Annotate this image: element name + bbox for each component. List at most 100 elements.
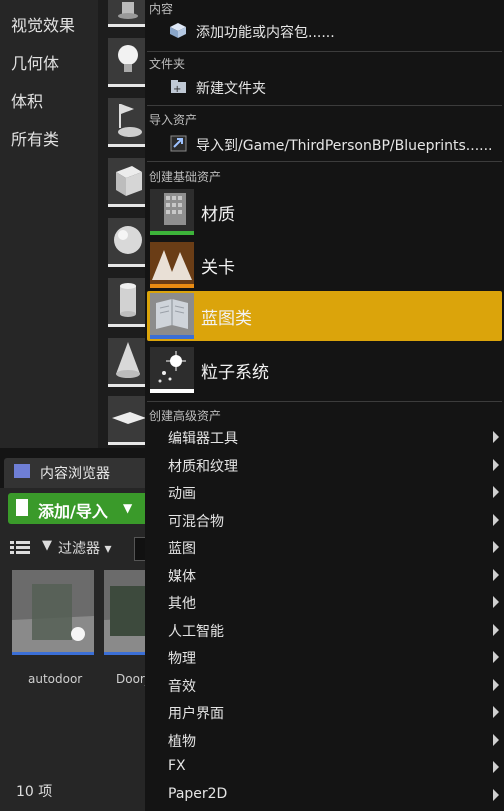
category-visual-effects[interactable]: 视觉效果 xyxy=(11,12,75,36)
add-import-button[interactable]: 添加/导入 ▼ xyxy=(8,493,145,524)
adv-item-label: 可混合物 xyxy=(168,514,224,530)
adv-item-paper2d[interactable]: Paper2D xyxy=(145,782,504,809)
actor-thumb-cube[interactable] xyxy=(108,158,148,207)
submenu-arrow-icon xyxy=(493,734,499,746)
blueprint-type-bar xyxy=(150,335,194,339)
adv-item-label: 人工智能 xyxy=(168,624,224,640)
new-file-icon xyxy=(16,499,28,516)
adv-item-physics[interactable]: 物理 xyxy=(145,644,504,671)
section-folder: 文件夹 xyxy=(149,57,186,71)
adv-item-editor-utilities[interactable]: 编辑器工具 xyxy=(145,424,504,451)
level-type-bar xyxy=(150,284,194,288)
adv-item-label: 用户界面 xyxy=(168,706,224,722)
tab-content-browser[interactable]: 内容浏览器 xyxy=(4,458,145,488)
menu-item-new-folder-label: 新建文件夹 xyxy=(196,81,266,97)
actor-thumbnail-column xyxy=(98,0,148,448)
actor-thumb-player-start[interactable] xyxy=(108,98,148,147)
material-type-bar xyxy=(150,231,194,235)
category-all-classes[interactable]: 所有类 xyxy=(11,126,59,150)
adv-item-foliage[interactable]: 植物 xyxy=(145,727,504,754)
adv-item-label: 动画 xyxy=(168,486,196,502)
basic-item-blueprint-class[interactable]: 蓝图类 xyxy=(147,291,502,341)
adv-item-miscellaneous[interactable]: 其他 xyxy=(145,589,504,616)
section-import: 导入资产 xyxy=(149,113,198,127)
adv-item-blendables[interactable]: 可混合物 xyxy=(145,507,504,534)
actor-thumb-light[interactable] xyxy=(108,38,148,87)
submenu-arrow-icon xyxy=(493,514,499,526)
submenu-arrow-icon xyxy=(493,624,499,636)
new-folder-icon: + xyxy=(171,80,186,95)
adv-item-fx[interactable]: FX xyxy=(145,754,504,781)
asset-thumbnail xyxy=(104,570,145,652)
menu-separator xyxy=(147,105,502,106)
menu-item-import-label: 导入到/Game/ThirdPersonBP/Blueprints...... xyxy=(196,138,493,154)
submenu-arrow-icon xyxy=(493,431,499,443)
basic-item-material[interactable]: 材质 xyxy=(147,187,502,237)
content-pack-icon xyxy=(170,23,186,38)
tab-content-browser-label: 内容浏览器 xyxy=(40,466,110,482)
asset-tile-door[interactable] xyxy=(104,570,145,655)
basic-item-particle-system[interactable]: 粒子系统 xyxy=(147,345,502,395)
basic-item-blueprint-class-label: 蓝图类 xyxy=(201,309,252,329)
basic-item-particle-system-label: 粒子系统 xyxy=(201,363,269,383)
submenu-arrow-icon xyxy=(493,706,499,718)
adv-item-user-interface[interactable]: 用户界面 xyxy=(145,699,504,726)
actor-thumb-cone[interactable] xyxy=(108,338,148,387)
menu-separator xyxy=(147,51,502,52)
adv-item-label: Paper2D xyxy=(168,786,228,802)
submenu-arrow-icon xyxy=(493,459,499,471)
adv-item-blueprints[interactable]: 蓝图 xyxy=(145,534,504,561)
menu-separator xyxy=(147,401,502,402)
basic-item-material-label: 材质 xyxy=(201,205,235,225)
place-actors-panel: 视觉效果 几何体 体积 所有类 xyxy=(0,0,148,448)
content-browser-icon xyxy=(14,464,30,478)
filter-button[interactable]: 过滤器 ▾ xyxy=(58,538,111,558)
actor-thumb-plane[interactable] xyxy=(108,396,148,445)
category-geometry[interactable]: 几何体 xyxy=(11,50,59,74)
add-new-context-menu: 内容 添加功能或内容包...... 文件夹 + 新建文件夹 导入资产 导入到/G… xyxy=(145,0,504,811)
import-icon xyxy=(170,135,187,152)
menu-separator xyxy=(147,161,502,162)
adv-item-artificial-intelligence[interactable]: 人工智能 xyxy=(145,617,504,644)
level-icon xyxy=(150,242,194,284)
content-browser: 内容浏览器 添加/导入 ▼ ▼ 过滤器 ▾ autodoor Door_ 10 … xyxy=(0,448,151,811)
category-volumes[interactable]: 体积 xyxy=(11,88,43,112)
submenu-arrow-icon xyxy=(493,789,499,801)
filter-icon[interactable]: ▼ xyxy=(42,538,52,553)
actor-thumb-effect[interactable] xyxy=(108,0,148,27)
submenu-arrow-icon xyxy=(493,651,499,663)
actor-thumb-sphere[interactable] xyxy=(108,218,148,267)
adv-item-label: 材质和纹理 xyxy=(168,459,238,475)
asset-thumbnail xyxy=(12,570,94,652)
adv-item-label: 物理 xyxy=(168,651,196,667)
asset-tile-autodoor[interactable] xyxy=(12,570,94,655)
submenu-arrow-icon xyxy=(493,541,499,553)
adv-item-label: 植物 xyxy=(168,734,196,750)
adv-item-sounds[interactable]: 音效 xyxy=(145,672,504,699)
adv-item-label: 媒体 xyxy=(168,569,196,585)
material-icon xyxy=(150,189,194,231)
section-basic-assets: 创建基础资产 xyxy=(149,170,222,184)
submenu-arrow-icon xyxy=(493,486,499,498)
adv-item-label: 其他 xyxy=(168,596,196,612)
adv-item-label: 音效 xyxy=(168,679,196,695)
submenu-arrow-icon xyxy=(493,679,499,691)
content-browser-tabbar: 内容浏览器 xyxy=(0,448,145,488)
item-count: 10 项 xyxy=(16,784,53,800)
adv-item-media[interactable]: 媒体 xyxy=(145,562,504,589)
section-advanced-assets: 创建高级资产 xyxy=(149,409,222,423)
list-view-icon[interactable] xyxy=(10,541,30,555)
submenu-arrow-icon xyxy=(493,569,499,581)
particle-type-bar xyxy=(150,389,194,393)
submenu-arrow-icon xyxy=(493,596,499,608)
asset-label-autodoor: autodoor xyxy=(28,672,83,686)
adv-item-label: 编辑器工具 xyxy=(168,431,238,447)
adv-item-materials-textures[interactable]: 材质和纹理 xyxy=(145,452,504,479)
basic-item-level-label: 关卡 xyxy=(201,258,235,278)
content-browser-toolbar: ▼ 过滤器 ▾ xyxy=(0,533,147,563)
basic-item-level[interactable]: 关卡 xyxy=(147,240,502,290)
adv-item-label: 蓝图 xyxy=(168,541,196,557)
actor-thumb-cylinder[interactable] xyxy=(108,278,148,327)
adv-item-animation[interactable]: 动画 xyxy=(145,479,504,506)
chevron-down-icon: ▼ xyxy=(123,501,133,515)
